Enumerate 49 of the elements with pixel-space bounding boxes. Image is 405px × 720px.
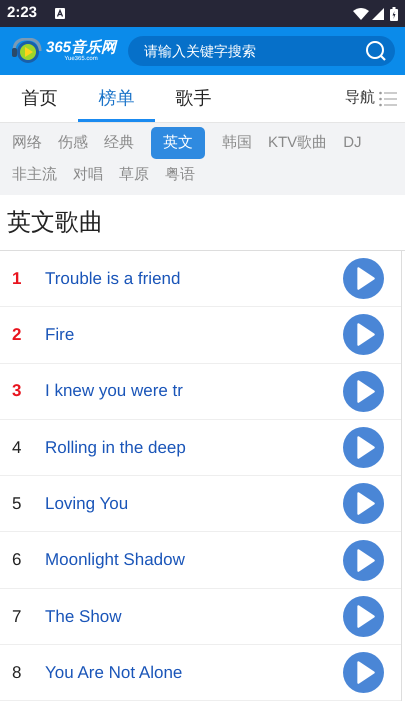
nav-tab[interactable]: 首页 <box>1 75 78 122</box>
section-title: 英文歌曲 <box>7 208 103 238</box>
notification-icon <box>55 8 66 19</box>
category-tab[interactable]: 对唱 <box>67 159 109 191</box>
category-tab[interactable]: 伤感 <box>52 127 94 159</box>
play-icon[interactable] <box>343 540 384 581</box>
menu-icon <box>379 90 397 106</box>
category-tab[interactable]: 网络 <box>6 127 48 159</box>
play-icon[interactable] <box>343 258 384 300</box>
song-title[interactable]: Trouble is a friend <box>45 266 343 292</box>
song-title[interactable]: Rolling in the deep <box>45 434 343 460</box>
category-tab[interactable]: 非主流 <box>6 159 63 191</box>
rank-number: 8 <box>12 662 22 684</box>
rank-number: 7 <box>12 606 22 628</box>
rank-number: 1 <box>12 268 22 290</box>
song-title[interactable]: Fire <box>45 322 343 348</box>
category-tab[interactable]: 草原 <box>113 159 155 191</box>
category-tab[interactable]: 英文 <box>151 127 205 159</box>
play-icon[interactable] <box>343 314 384 356</box>
nav-tab[interactable]: 歌手 <box>155 75 232 122</box>
play-icon[interactable] <box>343 370 384 412</box>
category-tab[interactable]: 韩国 <box>216 127 258 159</box>
play-icon[interactable] <box>343 483 384 524</box>
logo-text: 365音乐网 <box>46 40 116 55</box>
search-field[interactable]: 请输入关键字搜索 <box>128 36 395 66</box>
category-tab[interactable]: DJ <box>337 127 368 159</box>
song-title[interactable]: Loving You <box>45 491 343 517</box>
play-icon[interactable] <box>343 596 384 637</box>
song-title[interactable]: Moonlight Shadow <box>45 547 343 573</box>
wifi-icon <box>353 8 369 20</box>
logo-icon <box>10 38 44 64</box>
signal-icon <box>372 8 384 20</box>
status-time: 2:23 <box>7 3 38 24</box>
category-tab[interactable]: 经典 <box>98 127 140 159</box>
song-title[interactable]: You Are Not Alone <box>45 660 343 686</box>
battery-icon <box>390 6 398 20</box>
rank-number: 4 <box>12 436 22 459</box>
nav-menu-button[interactable]: 导航 <box>345 75 397 122</box>
play-icon[interactable] <box>343 427 384 468</box>
song-title[interactable]: The Show <box>45 604 343 630</box>
rank-number: 5 <box>12 493 22 516</box>
category-tab[interactable]: 粤语 <box>159 159 201 191</box>
rank-number: 2 <box>12 324 22 346</box>
play-icon[interactable] <box>343 652 384 694</box>
category-tab[interactable]: KTV歌曲 <box>262 127 334 159</box>
song-title[interactable]: I knew you were tr <box>45 378 343 404</box>
search-icon[interactable] <box>365 40 387 62</box>
rank-number: 3 <box>12 380 22 402</box>
rank-number: 6 <box>12 549 22 572</box>
